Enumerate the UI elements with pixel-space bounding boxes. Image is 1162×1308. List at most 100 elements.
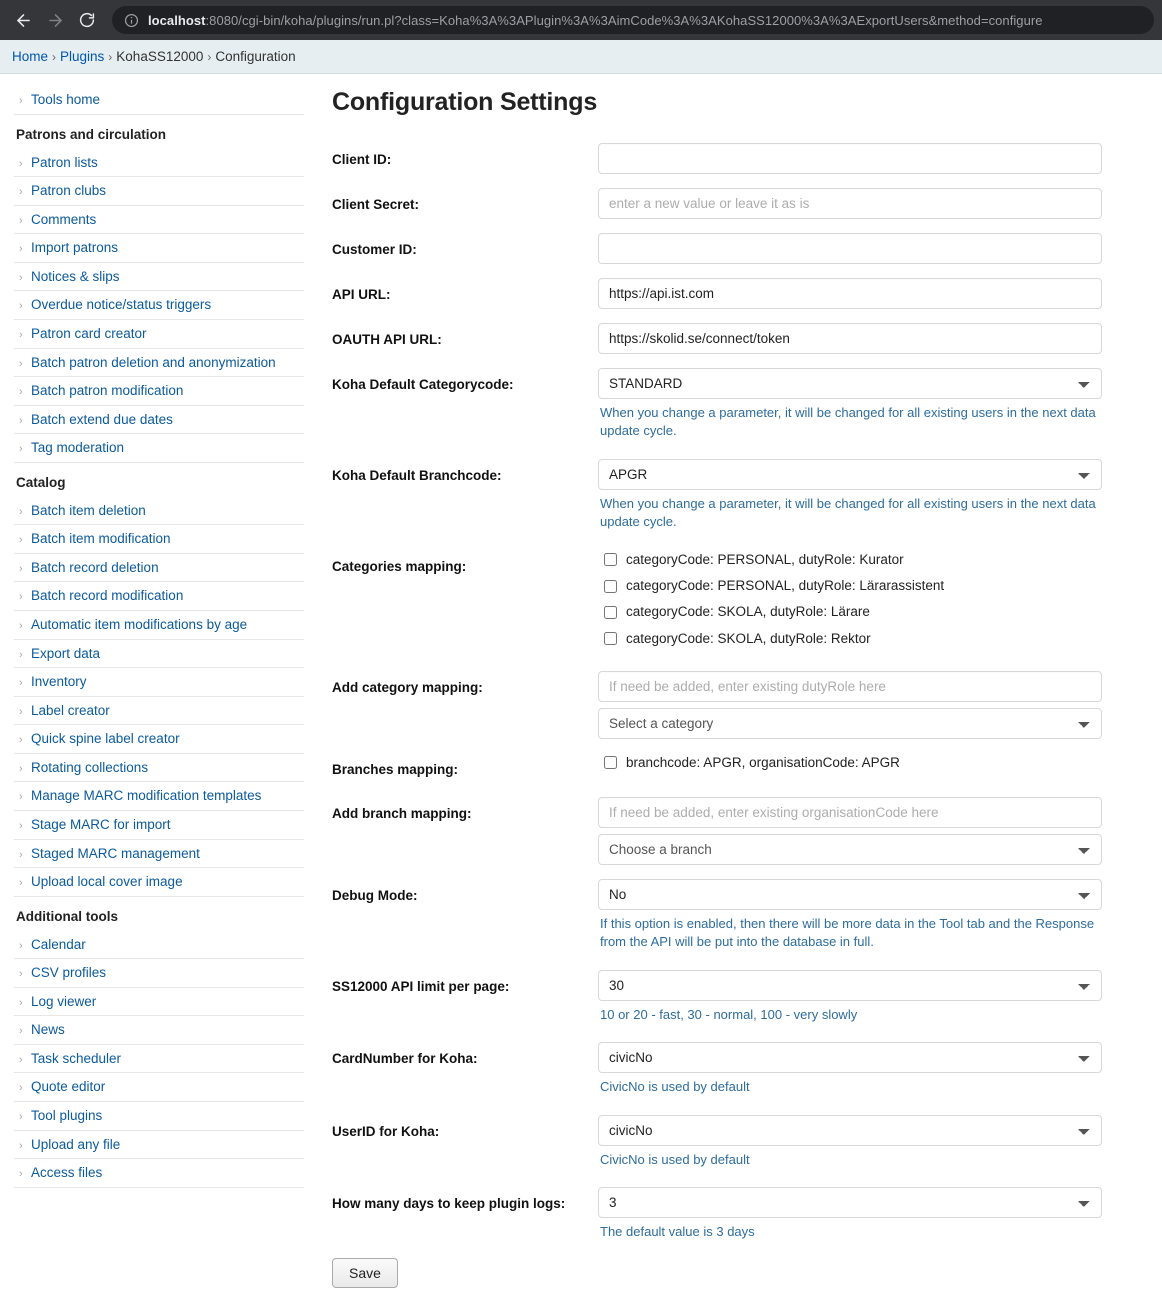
sidebar-item-label[interactable]: Batch item modification bbox=[31, 529, 171, 549]
sidebar-item-batch-record-deletion[interactable]: › Batch record deletion bbox=[14, 554, 304, 583]
sidebar-item-label[interactable]: Stage MARC for import bbox=[31, 815, 171, 835]
category-mapping-checkbox[interactable] bbox=[604, 605, 617, 619]
sidebar-item-log-viewer[interactable]: › Log viewer bbox=[14, 988, 304, 1017]
sidebar-item-access-files[interactable]: › Access files bbox=[14, 1159, 304, 1188]
oauth-api-url-input[interactable] bbox=[598, 323, 1102, 354]
client-id-input[interactable] bbox=[598, 143, 1102, 174]
api-url-input[interactable] bbox=[598, 278, 1102, 309]
category-mapping-checkbox[interactable] bbox=[604, 632, 617, 646]
sidebar-item-label[interactable]: Log viewer bbox=[31, 992, 96, 1012]
reload-icon[interactable] bbox=[72, 5, 102, 35]
sidebar-item-batch-item-modification[interactable]: › Batch item modification bbox=[14, 525, 304, 554]
sidebar-item-import-patrons[interactable]: › Import patrons bbox=[14, 234, 304, 263]
sidebar-item-label[interactable]: Batch record deletion bbox=[31, 558, 159, 578]
forward-arrow-icon[interactable] bbox=[40, 5, 70, 35]
debug-mode-select[interactable]: No bbox=[598, 879, 1102, 911]
sidebar-item-batch-patron-modification[interactable]: › Batch patron modification bbox=[14, 377, 304, 406]
sidebar-item-label[interactable]: Patron lists bbox=[31, 153, 98, 173]
sidebar-item-batch-patron-deletion-and-anonymization[interactable]: › Batch patron deletion and anonymization bbox=[14, 349, 304, 378]
sidebar-item-rotating-collections[interactable]: › Rotating collections bbox=[14, 754, 304, 783]
category-mapping-row[interactable]: categoryCode: SKOLA, dutyRole: Rektor bbox=[598, 629, 1102, 649]
sidebar-item-csv-profiles[interactable]: › CSV profiles bbox=[14, 959, 304, 988]
branch-mapping-checkbox[interactable] bbox=[604, 756, 617, 770]
sidebar-item-label[interactable]: Batch patron deletion and anonymization bbox=[31, 353, 276, 373]
sidebar-item-stage-marc-for-import[interactable]: › Stage MARC for import bbox=[14, 811, 304, 840]
sidebar-item-patron-card-creator[interactable]: › Patron card creator bbox=[14, 320, 304, 349]
sidebar-item-calendar[interactable]: › Calendar bbox=[14, 931, 304, 960]
sidebar-item-label[interactable]: Automatic item modifications by age bbox=[31, 615, 247, 635]
sidebar-item-label[interactable]: Calendar bbox=[31, 935, 86, 955]
sidebar-item-label[interactable]: Staged MARC management bbox=[31, 844, 200, 864]
sidebar-item-label[interactable]: Label creator bbox=[31, 701, 110, 721]
sidebar-item-upload-any-file[interactable]: › Upload any file bbox=[14, 1131, 304, 1160]
customer-id-input[interactable] bbox=[598, 233, 1102, 264]
sidebar-item-label[interactable]: Overdue notice/status triggers bbox=[31, 295, 211, 315]
category-mapping-checkbox[interactable] bbox=[604, 579, 617, 593]
sidebar-item-comments[interactable]: › Comments bbox=[14, 206, 304, 235]
sidebar-item-task-scheduler[interactable]: › Task scheduler bbox=[14, 1045, 304, 1074]
sidebar-item-label[interactable]: Task scheduler bbox=[31, 1049, 121, 1069]
sidebar-item-label[interactable]: Patron card creator bbox=[31, 324, 147, 344]
sidebar-item-batch-record-modification[interactable]: › Batch record modification bbox=[14, 582, 304, 611]
sidebar-item-label[interactable]: Upload local cover image bbox=[31, 872, 183, 892]
sidebar-item-notices-slips[interactable]: › Notices & slips bbox=[14, 263, 304, 292]
sidebar-item-label[interactable]: Tag moderation bbox=[31, 438, 124, 458]
address-bar[interactable]: localhost:8080/cgi-bin/koha/plugins/run.… bbox=[112, 6, 1154, 34]
sidebar-item-export-data[interactable]: › Export data bbox=[14, 640, 304, 669]
category-mapping-row[interactable]: categoryCode: PERSONAL, dutyRole: Kurato… bbox=[598, 550, 1102, 570]
sidebar-item-label[interactable]: Tools home bbox=[31, 90, 100, 110]
sidebar-item-label[interactable]: Inventory bbox=[31, 672, 87, 692]
sidebar-item-patron-lists[interactable]: › Patron lists bbox=[14, 149, 304, 178]
category-mapping-checkbox[interactable] bbox=[604, 553, 617, 567]
sidebar-item-label[interactable]: Tool plugins bbox=[31, 1106, 102, 1126]
branch-mapping-row[interactable]: branchcode: APGR, organisationCode: APGR bbox=[598, 753, 1102, 773]
sidebar-item-label[interactable]: Quote editor bbox=[31, 1077, 105, 1097]
sidebar-item-label[interactable]: Upload any file bbox=[31, 1135, 120, 1155]
sidebar-item-inventory[interactable]: › Inventory bbox=[14, 668, 304, 697]
sidebar-item-label[interactable]: Quick spine label creator bbox=[31, 729, 180, 749]
breadcrumb-item-plugins[interactable]: Plugins bbox=[60, 49, 104, 64]
breadcrumb-item-home[interactable]: Home bbox=[12, 49, 48, 64]
sidebar-item-label[interactable]: Comments bbox=[31, 210, 96, 230]
default-categorycode-select[interactable]: STANDARD bbox=[598, 368, 1102, 399]
sidebar-item-label[interactable]: Batch patron modification bbox=[31, 381, 183, 401]
sidebar-item-upload-local-cover-image[interactable]: › Upload local cover image bbox=[14, 868, 304, 897]
sidebar-item-label[interactable]: Access files bbox=[31, 1163, 102, 1183]
back-arrow-icon[interactable] bbox=[8, 5, 38, 35]
sidebar-item-tools-home[interactable]: › Tools home bbox=[14, 86, 304, 115]
sidebar-item-staged-marc-management[interactable]: › Staged MARC management bbox=[14, 840, 304, 869]
sidebar-item-automatic-item-modifications-by-age[interactable]: › Automatic item modifications by age bbox=[14, 611, 304, 640]
api-limit-select[interactable]: 30 bbox=[598, 969, 1102, 1001]
sidebar-item-tool-plugins[interactable]: › Tool plugins bbox=[14, 1102, 304, 1131]
cardnumber-select[interactable]: civicNo bbox=[598, 1042, 1102, 1074]
sidebar-item-label[interactable]: Batch item deletion bbox=[31, 501, 146, 521]
add-category-mapping-select[interactable]: Select a category bbox=[598, 707, 1102, 739]
sidebar-item-label-creator[interactable]: › Label creator bbox=[14, 697, 304, 726]
sidebar-item-quote-editor[interactable]: › Quote editor bbox=[14, 1073, 304, 1102]
log-days-select[interactable]: 3 bbox=[598, 1187, 1102, 1219]
add-branch-mapping-select[interactable]: Choose a branch bbox=[598, 834, 1102, 866]
sidebar-item-batch-extend-due-dates[interactable]: › Batch extend due dates bbox=[14, 406, 304, 435]
sidebar-item-label[interactable]: Notices & slips bbox=[31, 267, 120, 287]
sidebar-item-label[interactable]: Rotating collections bbox=[31, 758, 148, 778]
sidebar-item-manage-marc-modification-templates[interactable]: › Manage MARC modification templates bbox=[14, 782, 304, 811]
client-secret-input[interactable] bbox=[598, 188, 1102, 219]
category-mapping-row[interactable]: categoryCode: PERSONAL, dutyRole: Lärara… bbox=[598, 576, 1102, 596]
sidebar-item-quick-spine-label-creator[interactable]: › Quick spine label creator bbox=[14, 725, 304, 754]
sidebar-item-label[interactable]: Patron clubs bbox=[31, 181, 106, 201]
sidebar-item-label[interactable]: Import patrons bbox=[31, 238, 118, 258]
category-mapping-row[interactable]: categoryCode: SKOLA, dutyRole: Lärare bbox=[598, 602, 1102, 622]
add-branch-mapping-input[interactable] bbox=[598, 797, 1102, 829]
sidebar-item-news[interactable]: › News bbox=[14, 1016, 304, 1045]
userid-select[interactable]: civicNo bbox=[598, 1114, 1102, 1146]
sidebar-item-batch-item-deletion[interactable]: › Batch item deletion bbox=[14, 497, 304, 526]
sidebar-item-label[interactable]: Batch record modification bbox=[31, 586, 183, 606]
sidebar-item-patron-clubs[interactable]: › Patron clubs bbox=[14, 177, 304, 206]
sidebar-item-overdue-notice-status-triggers[interactable]: › Overdue notice/status triggers bbox=[14, 291, 304, 320]
sidebar-item-label[interactable]: CSV profiles bbox=[31, 963, 106, 983]
sidebar-item-label[interactable]: News bbox=[31, 1020, 65, 1040]
sidebar-item-label[interactable]: Manage MARC modification templates bbox=[31, 786, 261, 806]
default-branchcode-select[interactable]: APGR bbox=[598, 458, 1102, 490]
sidebar-item-label[interactable]: Export data bbox=[31, 644, 100, 664]
sidebar-item-label[interactable]: Batch extend due dates bbox=[31, 410, 173, 430]
